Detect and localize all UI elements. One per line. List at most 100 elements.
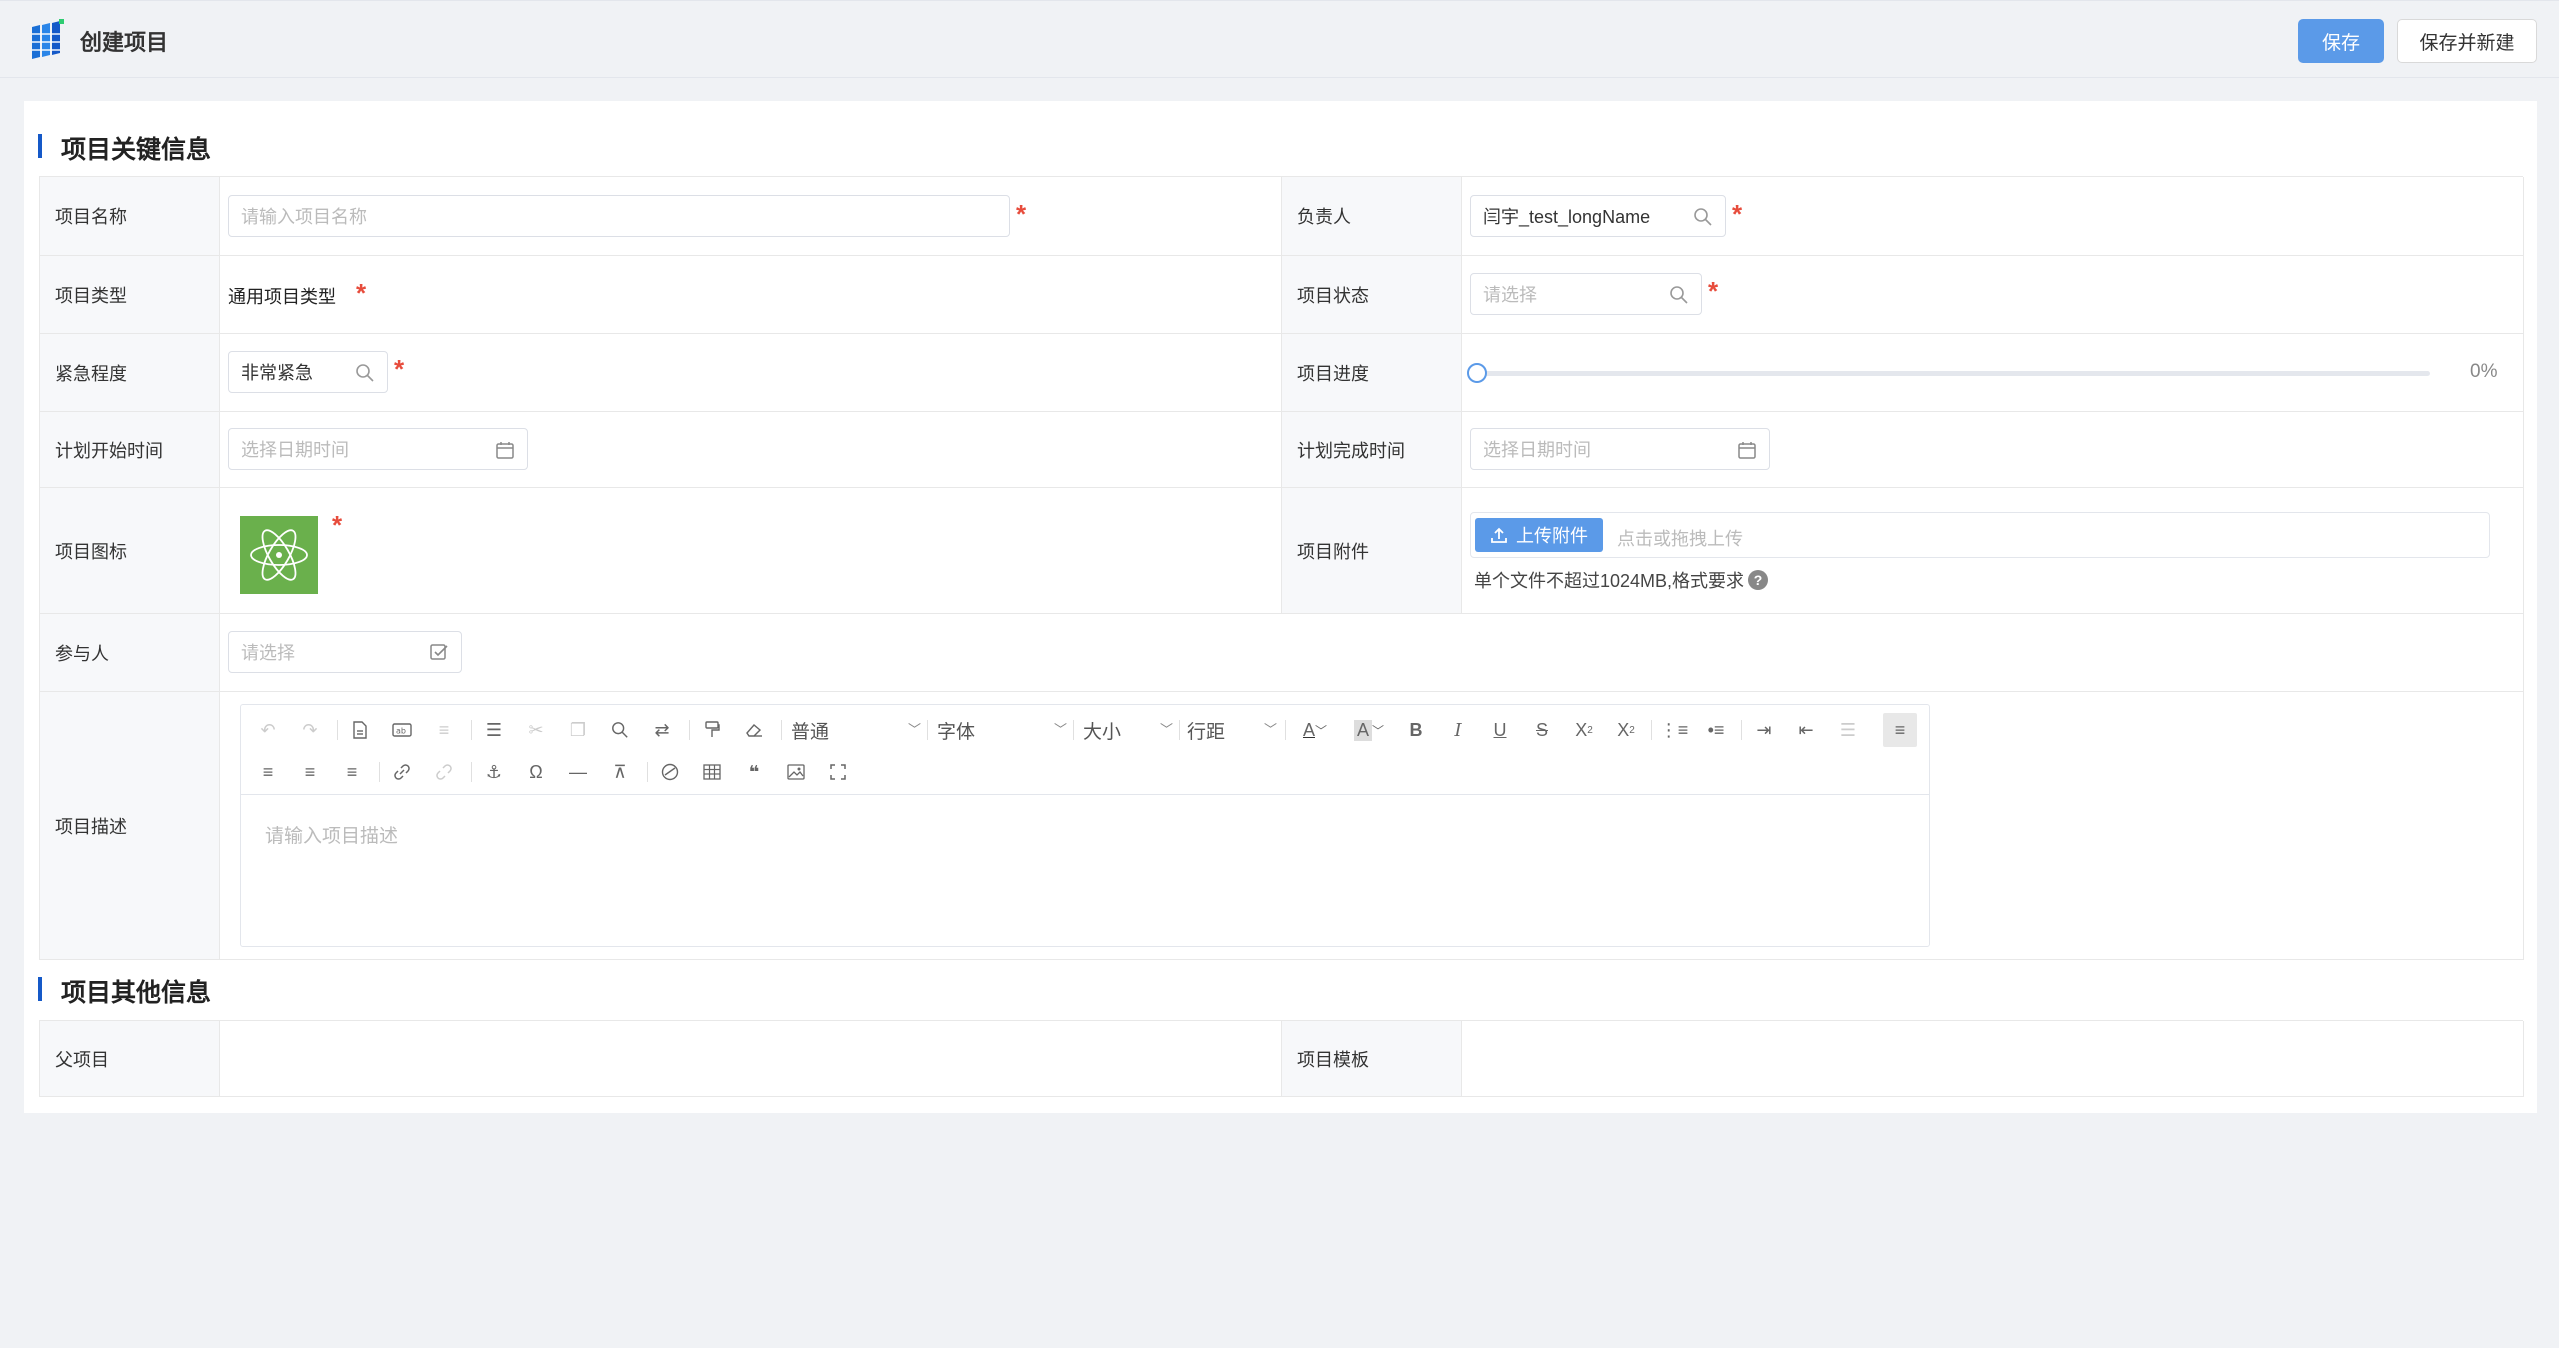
indent-icon[interactable]: ⇥ (1751, 717, 1777, 743)
progress-slider-track[interactable] (1476, 371, 2430, 376)
attachment-drop-zone[interactable]: 上传附件 点击或拖拽上传 (1470, 512, 2490, 558)
bold-icon[interactable]: B (1403, 717, 1429, 743)
owner-select[interactable]: 闫宇_test_longName (1470, 195, 1726, 237)
cell-parent-project[interactable] (220, 1021, 1282, 1096)
format-painter-icon[interactable] (699, 717, 725, 743)
unordered-list-icon[interactable]: •≡ (1703, 717, 1729, 743)
urgency-select[interactable]: 非常紧急 (228, 351, 388, 393)
upload-placeholder: 点击或拖拽上传 (1617, 529, 1743, 549)
page-break-icon[interactable]: ⊼ (607, 759, 633, 785)
required-mark: * (332, 510, 343, 540)
toolbar-divider (379, 762, 380, 782)
label-project-icon: 项目图标 (40, 488, 220, 613)
replace-icon[interactable]: ⇄ (649, 717, 675, 743)
underline-icon[interactable]: U (1487, 717, 1513, 743)
source-code-icon[interactable]: ab (389, 717, 415, 743)
font-size-value: 大小 (1083, 721, 1122, 743)
font-family-select[interactable]: 字体 ﹀ (937, 717, 1067, 743)
section-title-key-info: 项目关键信息 (38, 130, 211, 166)
align-center-icon[interactable]: ≡ (255, 759, 281, 785)
progress-percent: 0% (2470, 361, 2498, 382)
undo-icon[interactable]: ↶ (255, 717, 281, 743)
ordered-list-icon[interactable]: ⋮≡ (1660, 717, 1689, 743)
project-name-input[interactable]: 请输入项目名称 (228, 195, 1010, 237)
chevron-down-icon: ﹀ (1263, 722, 1277, 737)
subscript-icon[interactable]: X2 (1571, 717, 1597, 743)
progress-slider-handle[interactable] (1467, 363, 1487, 383)
description-placeholder: 请输入项目描述 (265, 826, 399, 847)
atom-icon[interactable] (240, 516, 318, 594)
editor-toolbar: ↶ ↷ ab ≡ ☰ ✂ ❐ ⇄ 普通 ﹀ 字体 ﹀ 大小 ﹀ 行距 ﹀ A ﹀… (241, 705, 1929, 795)
project-status-select[interactable]: 请选择 (1470, 273, 1702, 315)
toolbar-divider (471, 720, 472, 740)
align-left-icon[interactable]: ≡ (1883, 713, 1917, 747)
unlink-icon[interactable] (431, 759, 457, 785)
strikethrough-icon[interactable]: S (1529, 717, 1555, 743)
blockquote-icon[interactable]: ❝ (741, 759, 767, 785)
align-justify-icon[interactable]: ≡ (339, 759, 365, 785)
anchor-icon[interactable]: ⚓ (481, 759, 507, 785)
eraser-icon[interactable] (741, 717, 767, 743)
checklist-icon[interactable]: ☰ (481, 717, 507, 743)
cell-project-status: 请选择 * (1462, 256, 2524, 333)
toolbar-divider (1285, 720, 1286, 740)
strikethrough-lines-icon[interactable]: ≡ (431, 717, 457, 743)
label-participants: 参与人 (40, 614, 220, 691)
upload-hint: 单个文件不超过1024MB,格式要求 ? (1474, 567, 1769, 593)
align-right-icon[interactable]: ≡ (297, 759, 323, 785)
app-logo-icon (30, 19, 64, 61)
cell-attachment: 上传附件 点击或拖拽上传 单个文件不超过1024MB,格式要求 ? (1462, 488, 2524, 613)
toolbar-divider (1651, 720, 1652, 740)
cell-urgency: 非常紧急 * (220, 334, 1282, 411)
cell-participants: 请选择 (220, 614, 2524, 691)
link-icon[interactable] (389, 759, 415, 785)
save-button[interactable]: 保存 (2298, 19, 2384, 63)
chevron-down-icon: ﹀ (1159, 722, 1173, 737)
upload-attachment-button[interactable]: 上传附件 (1475, 518, 1603, 552)
required-mark: * (1708, 276, 1719, 306)
superscript-icon[interactable]: X2 (1613, 717, 1639, 743)
search-icon (355, 363, 375, 383)
required-mark: * (1732, 199, 1743, 229)
toolbar-divider (1073, 720, 1074, 740)
font-size-select[interactable]: 大小 ﹀ (1083, 717, 1173, 743)
font-color-icon[interactable]: A ﹀ (1295, 717, 1335, 743)
toolbar-divider (337, 720, 338, 740)
cell-project-template[interactable] (1462, 1021, 2524, 1096)
italic-icon[interactable]: I (1445, 717, 1471, 743)
upload-icon (1490, 526, 1508, 544)
outdent-icon[interactable]: ⇤ (1793, 717, 1819, 743)
participants-select[interactable]: 请选择 (228, 631, 462, 673)
font-family-value: 字体 (937, 721, 976, 743)
search-icon[interactable] (607, 717, 633, 743)
redo-icon[interactable]: ↷ (297, 717, 323, 743)
fullscreen-icon[interactable] (825, 759, 851, 785)
paragraph-format-value: 普通 (791, 721, 830, 743)
checklist-icon (429, 643, 449, 663)
plan-end-date-picker[interactable]: 选择日期时间 (1470, 428, 1770, 470)
line-height-select[interactable]: 行距 ﹀ (1187, 717, 1277, 743)
line-spacing-icon[interactable]: ☰ (1835, 717, 1861, 743)
emoji-icon[interactable] (657, 759, 683, 785)
row-parent-template: 父项目 项目模板 (40, 1021, 2524, 1097)
plan-start-date-picker[interactable]: 选择日期时间 (228, 428, 528, 470)
cut-icon[interactable]: ✂ (523, 717, 549, 743)
special-character-icon[interactable]: Ω (523, 759, 549, 785)
help-icon[interactable]: ? (1748, 570, 1769, 590)
paragraph-format-select[interactable]: 普通 ﹀ (791, 717, 921, 743)
label-plan-start: 计划开始时间 (40, 412, 220, 487)
svg-text:ab: ab (396, 727, 406, 736)
label-progress: 项目进度 (1282, 334, 1462, 411)
cell-project-type: 通用项目类型 * (220, 256, 1282, 333)
save-and-new-button[interactable]: 保存并新建 (2397, 19, 2537, 63)
copy-icon[interactable]: ❐ (565, 717, 591, 743)
horizontal-rule-icon[interactable]: — (565, 759, 591, 785)
label-parent-project: 父项目 (40, 1021, 220, 1096)
background-color-icon[interactable]: A ﹀ (1349, 717, 1389, 743)
row-description: 项目描述 ↶ ↷ ab ≡ ☰ ✂ ❐ ⇄ 普通 ﹀ 字体 ﹀ 大小 ﹀ 行距 … (40, 692, 2524, 960)
table-icon[interactable] (699, 759, 725, 785)
row-type-status: 项目类型 通用项目类型 * 项目状态 请选择 * (40, 256, 2524, 334)
image-icon[interactable] (783, 759, 809, 785)
section-title-other-info: 项目其他信息 (38, 973, 211, 1009)
new-document-icon[interactable] (347, 717, 373, 743)
